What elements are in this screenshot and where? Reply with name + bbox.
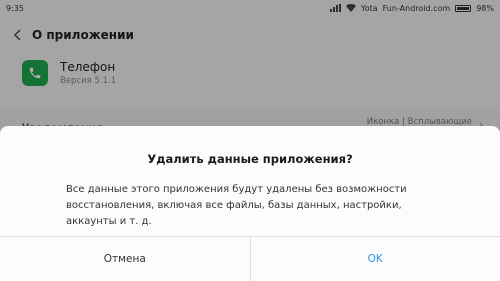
clear-data-dialog: Удалить данные приложения? Все данные эт… (0, 126, 500, 281)
dialog-message: Все данные этого приложения будут удален… (66, 184, 407, 227)
cancel-button[interactable]: Отмена (0, 237, 250, 281)
dialog-title: Удалить данные приложения? (147, 152, 353, 166)
dialog-buttons: Отмена OK (0, 237, 500, 281)
ok-button[interactable]: OK (251, 237, 500, 281)
